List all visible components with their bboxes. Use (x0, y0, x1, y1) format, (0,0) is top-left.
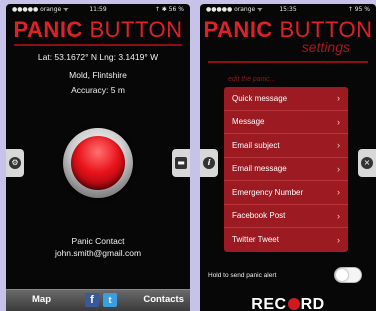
chat-icon: ▬ (175, 157, 187, 169)
status-bar: ●●●●● orange ᯤ 15:35 ↑ 95 % (200, 4, 376, 15)
logo-word-panic: PANIC (13, 17, 83, 42)
settings-subtitle: settings (301, 39, 350, 55)
menu-item-label: Facebook Post (232, 211, 286, 221)
menu-item-label: Message (232, 117, 265, 127)
twitter-icon[interactable]: t (103, 293, 117, 307)
logo-word-button: BUTTON (89, 17, 183, 42)
menu-item-label: Emergency Number (232, 187, 304, 197)
tab-map[interactable]: Map (32, 294, 51, 305)
battery-status: ↑ ✱ 56 % (154, 6, 184, 13)
chevron-right-icon: › (337, 116, 340, 127)
panic-button[interactable] (71, 136, 125, 190)
chevron-right-icon: › (337, 187, 340, 198)
chevron-right-icon: › (337, 163, 340, 174)
battery-status: ↑ 95 % (347, 6, 370, 13)
menu-item-email-message[interactable]: Email message › (224, 158, 348, 181)
record-text-start: REC (251, 296, 287, 311)
edit-label: edit the panic... (228, 76, 276, 83)
menu-item-label: Quick message (232, 93, 288, 103)
message-tab[interactable]: ▬ (172, 149, 190, 177)
panic-button-ring[interactable] (63, 128, 133, 198)
info-tab[interactable]: i (200, 149, 218, 177)
app-logo: PANIC BUTTON (6, 17, 190, 43)
close-icon: × (361, 157, 373, 169)
status-bar: ●●●●● orange ᯤ 11:59 ↑ ✱ 56 % (6, 4, 190, 15)
hold-to-send-toggle[interactable] (334, 267, 362, 283)
main-screen: ●●●●● orange ᯤ 11:59 ↑ ✱ 56 % PANIC BUTT… (6, 4, 190, 311)
gear-icon: ⚙ (9, 157, 21, 169)
record-dot-icon (287, 298, 300, 310)
menu-item-quick-message[interactable]: Quick message › (224, 87, 348, 111)
settings-screen: ●●●●● orange ᯤ 15:35 ↑ 95 % PANIC BUTTON… (200, 4, 376, 311)
menu-item-label: Twitter Tweet (232, 235, 279, 245)
toggle-knob (336, 269, 348, 281)
menu-item-label: Email subject (232, 140, 280, 150)
menu-item-emergency-number[interactable]: Emergency Number › (224, 181, 348, 205)
logo-word-panic: PANIC (203, 17, 273, 42)
chevron-right-icon: › (337, 210, 340, 221)
coordinates: Lat: 53.1672° N Lng: 3.1419° W (37, 52, 159, 62)
tab-bar: Map f t Contacts (6, 289, 190, 311)
chevron-right-icon: › (337, 234, 340, 245)
divider (14, 44, 182, 46)
settings-tab[interactable]: ⚙ (6, 149, 24, 177)
info-icon: i (203, 157, 215, 169)
close-tab[interactable]: × (358, 149, 376, 177)
panic-contact-email: john.smith@gmail.com (54, 248, 142, 258)
chevron-right-icon: › (337, 140, 340, 151)
menu-item-facebook-post[interactable]: Facebook Post › (224, 205, 348, 228)
menu-item-twitter-tweet[interactable]: Twitter Tweet › (224, 228, 348, 252)
accuracy: Accuracy: 5 m (71, 85, 125, 95)
chevron-right-icon: › (337, 93, 340, 104)
record-text-end: RD (300, 296, 325, 311)
menu-item-message[interactable]: Message › (224, 111, 348, 134)
settings-menu: Quick message › Message › Email subject … (224, 87, 348, 252)
facebook-icon[interactable]: f (85, 293, 99, 307)
panic-contact-label: Panic Contact (71, 236, 125, 246)
divider (208, 61, 368, 63)
place-name: Mold, Flintshire (69, 70, 127, 80)
tab-contacts[interactable]: Contacts (143, 294, 184, 305)
menu-item-label: Email message (232, 164, 287, 174)
record-logo[interactable]: REC RD (200, 296, 376, 311)
menu-item-email-subject[interactable]: Email subject › (224, 134, 348, 158)
